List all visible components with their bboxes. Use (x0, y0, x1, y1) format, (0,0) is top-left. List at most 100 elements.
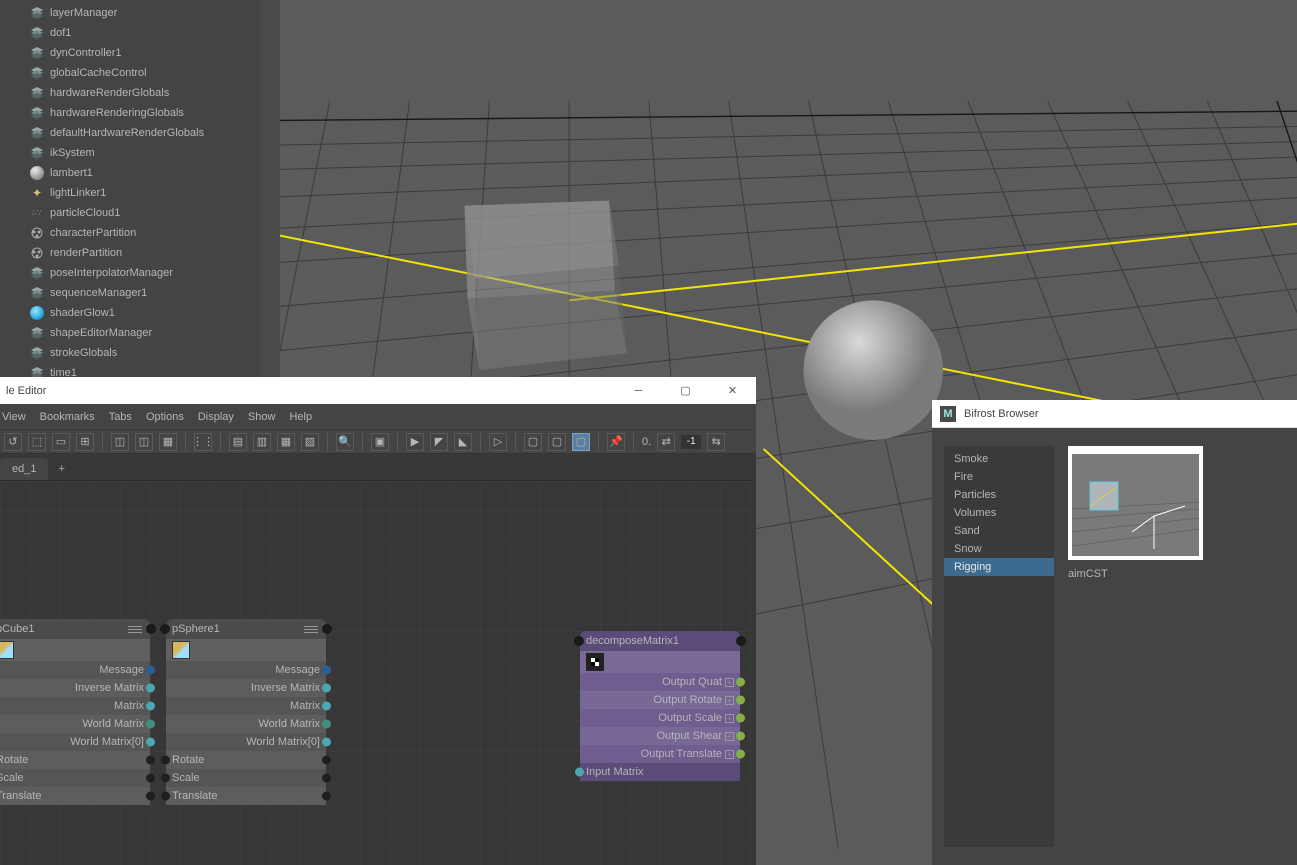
outliner-item[interactable]: defaultHardwareRenderGlobals (0, 123, 260, 143)
toolbar-button[interactable]: ◫ (111, 433, 129, 451)
outliner-item[interactable]: shaderGlow1 (0, 303, 260, 323)
toolbar-button[interactable]: ↺ (4, 433, 22, 451)
port-out[interactable] (322, 666, 331, 675)
outliner-item[interactable]: time1 (0, 363, 260, 377)
bifrost-titlebar[interactable]: M Bifrost Browser (932, 400, 1297, 428)
menu-help[interactable]: Help (289, 411, 312, 423)
toolbar-button[interactable]: ▢ (548, 433, 566, 451)
menu-bookmarks[interactable]: Bookmarks (40, 411, 95, 423)
bifrost-item[interactable]: aimCST (1068, 446, 1203, 847)
port-in[interactable] (161, 774, 170, 783)
port-out[interactable] (736, 696, 745, 705)
port-out[interactable] (322, 774, 331, 783)
outliner-item[interactable]: lambert1 (0, 163, 260, 183)
outliner-item[interactable]: hardwareRenderGlobals (0, 83, 260, 103)
outliner-item[interactable]: dof1 (0, 23, 260, 43)
node-decompose-matrix[interactable]: decomposeMatrix1 Output Quat+ Output Rot… (580, 631, 740, 781)
bifrost-category-sand[interactable]: Sand (944, 522, 1054, 540)
outliner-item[interactable]: renderPartition (0, 243, 260, 263)
port-out[interactable] (146, 738, 155, 747)
maximize-button[interactable]: ▢ (662, 377, 709, 404)
outliner-item[interactable]: poseInterpolatorManager (0, 263, 260, 283)
node-editor-titlebar[interactable]: le Editor ─ ▢ ✕ (0, 377, 756, 404)
port-out[interactable] (322, 738, 331, 747)
expand-icon[interactable]: + (725, 714, 734, 723)
toolbar-button-active[interactable]: ▢ (572, 433, 590, 451)
outliner-item[interactable]: globalCacheControl (0, 63, 260, 83)
node-pcube1[interactable]: pCube1 Message Inverse Matrix Matrix Wor… (0, 619, 150, 805)
port-out[interactable] (736, 750, 745, 759)
close-button[interactable]: ✕ (709, 377, 756, 404)
port-in[interactable] (161, 756, 170, 765)
outliner-item[interactable]: hardwareRenderingGlobals (0, 103, 260, 123)
toolbar-button[interactable]: ◣ (454, 433, 472, 451)
port-out[interactable] (322, 756, 331, 765)
outliner-item[interactable]: strokeGlobals (0, 343, 260, 363)
port-out[interactable] (322, 792, 331, 801)
outliner-item[interactable]: layerManager (0, 3, 260, 23)
toolbar-button[interactable]: ⇄ (657, 433, 675, 451)
node-head-port-out[interactable] (736, 636, 746, 646)
bifrost-category-smoke[interactable]: Smoke (944, 450, 1054, 468)
port-in[interactable] (161, 792, 170, 801)
menu-show[interactable]: Show (248, 411, 276, 423)
toolbar-button[interactable]: ▢ (524, 433, 542, 451)
toolbar-button[interactable]: ▨ (301, 433, 319, 451)
port-out[interactable] (146, 720, 155, 729)
outliner-item[interactable]: sequenceManager1 (0, 283, 260, 303)
expand-icon[interactable]: + (725, 678, 734, 687)
port-out[interactable] (736, 732, 745, 741)
bifrost-category-volumes[interactable]: Volumes (944, 504, 1054, 522)
port-out[interactable] (736, 714, 745, 723)
node-head-port-out[interactable] (322, 624, 332, 634)
toolbar-button[interactable]: 📌 (607, 433, 625, 451)
port-out[interactable] (146, 756, 155, 765)
menu-display[interactable]: Display (198, 411, 234, 423)
node-graph-canvas[interactable]: pCube1 Message Inverse Matrix Matrix Wor… (0, 480, 756, 865)
toolbar-button[interactable]: ▷ (489, 433, 507, 451)
port-out[interactable] (146, 774, 155, 783)
port-out[interactable] (322, 684, 331, 693)
menu-tabs[interactable]: Tabs (109, 411, 132, 423)
bifrost-category-particles[interactable]: Particles (944, 486, 1054, 504)
node-head-port-in[interactable] (574, 636, 584, 646)
toolbar-button[interactable]: ⇆ (707, 433, 725, 451)
toolbar-button[interactable]: ▶ (406, 433, 424, 451)
toolbar-button[interactable]: ⬚ (28, 433, 46, 451)
bifrost-category-fire[interactable]: Fire (944, 468, 1054, 486)
node-head-port-out[interactable] (146, 624, 156, 634)
bifrost-category-snow[interactable]: Snow (944, 540, 1054, 558)
node-menu-icon[interactable] (302, 624, 320, 634)
menu-options[interactable]: Options (146, 411, 184, 423)
minimize-button[interactable]: ─ (615, 377, 662, 404)
expand-icon[interactable]: + (725, 696, 734, 705)
toolbar-button[interactable]: ▤ (229, 433, 247, 451)
port-out[interactable] (736, 678, 745, 687)
port-out[interactable] (146, 666, 155, 675)
toolbar-button[interactable]: ◤ (430, 433, 448, 451)
node-psphere1[interactable]: pSphere1 Message Inverse Matrix Matrix W… (166, 619, 326, 805)
port-out[interactable] (146, 702, 155, 711)
toolbar-button[interactable]: ▥ (253, 433, 271, 451)
outliner-item[interactable]: characterPartition (0, 223, 260, 243)
port-out[interactable] (322, 720, 331, 729)
outliner-item[interactable]: ✦lightLinker1 (0, 183, 260, 203)
tab-add[interactable]: + (48, 458, 74, 480)
search-button[interactable]: 🔍 (336, 433, 354, 451)
outliner-item[interactable]: dynController1 (0, 43, 260, 63)
port-out[interactable] (146, 792, 155, 801)
bifrost-category-rigging[interactable]: Rigging (944, 558, 1054, 576)
port-out[interactable] (146, 684, 155, 693)
toolbar-button[interactable]: ◫ (135, 433, 153, 451)
toolbar-minus-one[interactable]: -1 (681, 435, 701, 449)
toolbar-button[interactable]: ▭ (52, 433, 70, 451)
tab-graph[interactable]: ed_1 (0, 458, 48, 480)
expand-icon[interactable]: + (725, 732, 734, 741)
menu-view[interactable]: View (2, 411, 26, 423)
toolbar-button[interactable]: ▦ (277, 433, 295, 451)
toolbar-button[interactable]: ⋮⋮ (194, 433, 212, 451)
port-in[interactable] (575, 768, 584, 777)
expand-icon[interactable]: + (725, 750, 734, 759)
toolbar-button[interactable]: ⊞ (76, 433, 94, 451)
port-out[interactable] (322, 702, 331, 711)
